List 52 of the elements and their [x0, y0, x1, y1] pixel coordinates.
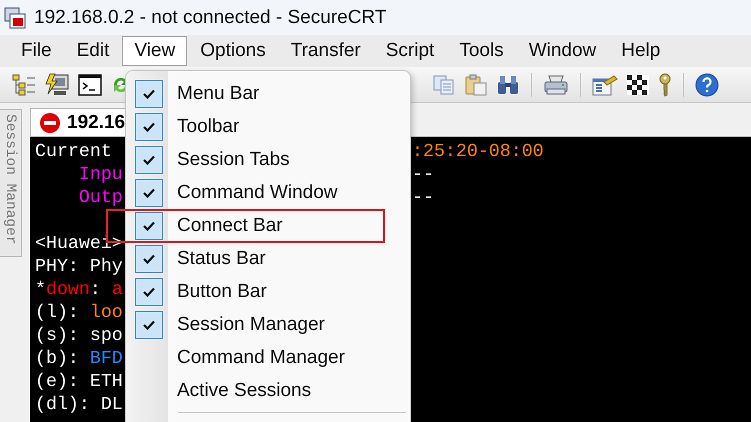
terminal-text: *	[35, 280, 46, 300]
terminal-text: down	[46, 280, 90, 300]
menu-item[interactable]: Button Bar	[126, 275, 410, 308]
terminal-text: --	[412, 165, 434, 185]
menu-item[interactable]: Session Manager	[126, 308, 410, 341]
menu-item[interactable]: Status Bar	[126, 242, 410, 275]
terminal-text: Inpu	[78, 165, 123, 185]
paste-icon[interactable]	[464, 74, 488, 96]
terminal-text: BFD	[90, 349, 123, 369]
menu-item[interactable]: Options	[188, 36, 278, 66]
menu-item[interactable]: Menu Bar	[126, 77, 410, 110]
menu-item[interactable]: Command Manager	[126, 341, 410, 374]
terminal-text: loo	[90, 303, 123, 323]
menu-item[interactable]: Connect Bar	[126, 209, 410, 242]
pattern-icon[interactable]	[626, 74, 650, 96]
terminal-text: --	[412, 188, 434, 208]
copy-icon[interactable]	[432, 74, 456, 96]
binoculars-icon[interactable]	[496, 74, 520, 96]
session-manager-tab[interactable]: Session Manager	[0, 109, 22, 257]
app-icon	[4, 6, 26, 28]
terminal-text: Outp	[78, 188, 123, 208]
window-title: 192.168.0.2 - not connected - SecureCRT	[34, 6, 386, 28]
terminal-text: (b):	[35, 349, 80, 369]
menu-item[interactable]: Active Sessions	[126, 374, 410, 407]
menu-item[interactable]: File	[9, 36, 64, 66]
disconnected-icon	[39, 112, 61, 134]
menu-item[interactable]: Edit	[64, 36, 122, 66]
menu-item[interactable]: Window	[516, 36, 608, 66]
terminal-text: :	[90, 280, 102, 300]
terminal-text: :25:20-08:00	[412, 142, 544, 162]
tree-icon[interactable]	[12, 74, 36, 96]
terminal-text: PHY: Phy	[35, 257, 123, 277]
properties-icon[interactable]	[592, 74, 618, 96]
terminal-text: (l):	[35, 303, 80, 323]
terminal-text: (s): spo	[35, 326, 123, 346]
help-icon[interactable]	[695, 72, 719, 96]
terminal-text: Current	[35, 142, 112, 162]
menu-item[interactable]: Tools	[447, 36, 516, 66]
printer-icon[interactable]	[543, 74, 569, 96]
menu-item[interactable]: View	[122, 36, 188, 66]
terminal-text: (e): ETH	[35, 372, 123, 392]
connect-icon[interactable]	[44, 72, 70, 96]
terminal-text: <Huawei>	[35, 234, 123, 254]
menu-item[interactable]: Command Window	[126, 176, 410, 209]
menu-item[interactable]: Script	[374, 36, 446, 66]
menu-item[interactable]: Session Tabs	[126, 143, 410, 176]
terminal-text: (dl): DL	[35, 395, 123, 415]
terminal-icon[interactable]	[78, 74, 102, 96]
menu-item[interactable]: Transfer	[278, 36, 373, 66]
menu-item[interactable]: Help	[609, 36, 672, 66]
terminal-text: a	[112, 280, 123, 300]
key-icon[interactable]	[658, 72, 672, 96]
